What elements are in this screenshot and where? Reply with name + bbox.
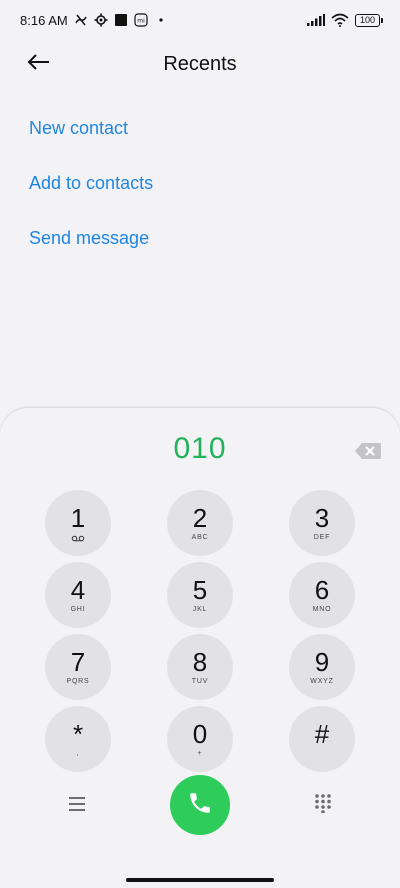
key-digit: 4 [70, 574, 86, 605]
status-right: 100 [307, 13, 383, 27]
battery-icon: 100 [355, 13, 383, 27]
header: Recents [0, 44, 400, 84]
square-icon [114, 13, 128, 27]
key-digit: # [314, 718, 330, 749]
key-letters: PQRS [66, 677, 90, 685]
backspace-button[interactable] [354, 442, 382, 460]
key-letters: WXYZ [310, 677, 334, 685]
page-title: Recents [163, 52, 237, 75]
mi-icon: mi [134, 13, 148, 27]
new-contact-link[interactable]: New contact [29, 110, 153, 165]
key-7[interactable]: 7 PQRS [45, 634, 111, 700]
key-digit: 2 [192, 502, 208, 533]
key-6[interactable]: 6 MNO [289, 562, 355, 628]
status-time: 8:16 AM [20, 12, 68, 28]
key-digit: 0 [192, 718, 208, 749]
key-8[interactable]: 8 TUV [167, 634, 233, 700]
key-0[interactable]: 0 + [167, 706, 233, 772]
key-letters: JKL [192, 605, 208, 613]
key-5[interactable]: 5 JKL [167, 562, 233, 628]
add-to-contacts-link[interactable]: Add to contacts [29, 165, 153, 220]
key-digit: 6 [314, 574, 330, 605]
key-digit: 5 [192, 574, 208, 605]
dialpad-grid-icon [313, 794, 333, 817]
key-letters: GHI [70, 605, 86, 613]
key-letters: TUV [191, 677, 209, 685]
backspace-icon [354, 443, 382, 464]
battery-level: 100 [359, 15, 376, 25]
dialer-panel: 010 1 2 ABC 3 DEF 4 GHI 5 JKL 6 MNO 7 PQ… [0, 408, 400, 888]
dialer-bottom-row [0, 775, 400, 837]
dialed-number: 010 [173, 432, 227, 465]
call-button[interactable] [170, 775, 230, 835]
send-message-link[interactable]: Send message [29, 220, 153, 275]
missed-call-icon [74, 13, 88, 27]
key-4[interactable]: 4 GHI [45, 562, 111, 628]
dialpad-toggle-button[interactable] [313, 793, 333, 814]
dot-icon [154, 13, 168, 27]
key-3[interactable]: 3 DEF [289, 490, 355, 556]
key-digit: 9 [314, 646, 330, 677]
key-hash[interactable]: # [289, 706, 355, 772]
status-left: 8:16 AM mi [20, 13, 168, 28]
key-9[interactable]: 9 WXYZ [289, 634, 355, 700]
back-button[interactable] [22, 50, 56, 78]
phone-icon [187, 790, 213, 821]
arrow-left-icon [27, 53, 51, 76]
menu-icon [66, 797, 88, 819]
action-list: New contact Add to contacts Send message [29, 110, 153, 275]
voicemail-icon [71, 534, 85, 543]
key-digit: 8 [192, 646, 208, 677]
key-letters: + [197, 749, 203, 757]
status-bar: 8:16 AM mi 100 [0, 0, 400, 40]
key-letters: ABC [191, 533, 209, 541]
menu-button[interactable] [66, 793, 88, 815]
key-1[interactable]: 1 [45, 490, 111, 556]
key-letters: MNO [312, 605, 332, 613]
home-indicator[interactable] [126, 878, 274, 882]
key-digit: 1 [70, 502, 86, 533]
key-digit: 3 [314, 502, 330, 533]
svg-text:mi: mi [137, 18, 145, 25]
key-letters: , [76, 749, 80, 757]
wifi-icon [331, 13, 349, 27]
key-digit: * [72, 718, 84, 749]
settings-cog-icon [94, 13, 108, 27]
key-2[interactable]: 2 ABC [167, 490, 233, 556]
key-digit: 7 [70, 646, 86, 677]
key-star[interactable]: * , [45, 706, 111, 772]
signal-icon [307, 13, 325, 27]
key-letters: DEF [313, 533, 331, 541]
